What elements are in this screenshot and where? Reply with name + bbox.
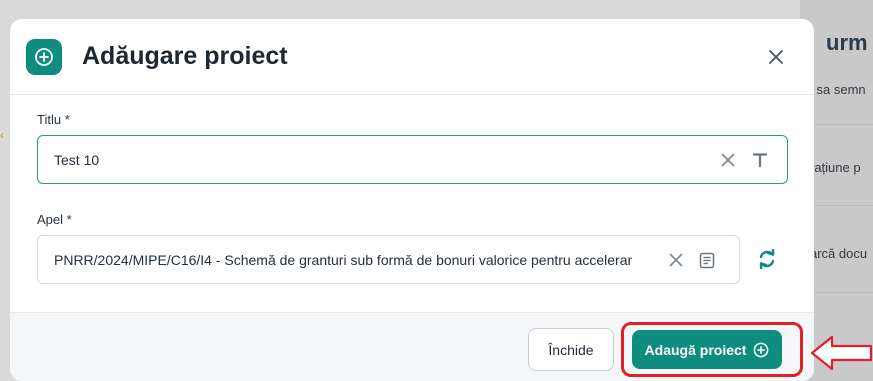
title-input[interactable]: Test 10 — [37, 135, 788, 184]
background-text-1: i sa semn — [810, 82, 866, 97]
add-project-modal: Adăugare proiect Titlu * Test 10 Apel * … — [10, 19, 814, 381]
annotation-arrow-icon — [810, 335, 873, 371]
add-project-button[interactable]: Adaugă proiect — [632, 330, 782, 369]
clear-icon[interactable] — [666, 250, 686, 270]
refresh-icon[interactable] — [754, 246, 780, 272]
title-field-label: Titlu * — [37, 112, 70, 127]
close-button[interactable]: Închide — [528, 328, 614, 371]
modal-title: Adăugare proiect — [82, 42, 288, 70]
apel-select-value[interactable]: PNRR/2024/MIPE/C16/I4 - Schemă de grantu… — [54, 252, 664, 268]
modal-header: Adăugare proiect — [10, 19, 814, 95]
apel-select[interactable]: PNRR/2024/MIPE/C16/I4 - Schemă de grantu… — [37, 235, 740, 284]
modal-footer: Închide Adaugă proiect — [10, 312, 814, 381]
document-list-icon[interactable] — [697, 250, 717, 270]
background-mark: ‹ — [0, 128, 4, 142]
text-format-icon[interactable] — [750, 150, 770, 170]
close-icon[interactable] — [762, 43, 790, 71]
highlight-box: Adaugă proiect — [621, 322, 803, 377]
background-text-2: rațiune p — [810, 160, 861, 175]
add-project-label: Adaugă proiect — [644, 341, 747, 358]
title-input-value[interactable]: Test 10 — [54, 152, 694, 168]
plus-circle-icon — [26, 39, 62, 75]
apel-field-label: Apel * — [37, 212, 72, 227]
plus-circle-icon — [754, 342, 769, 357]
background-title: urm — [826, 30, 868, 55]
background-text-3: arcă docu — [810, 246, 868, 261]
clear-icon[interactable] — [718, 150, 738, 170]
